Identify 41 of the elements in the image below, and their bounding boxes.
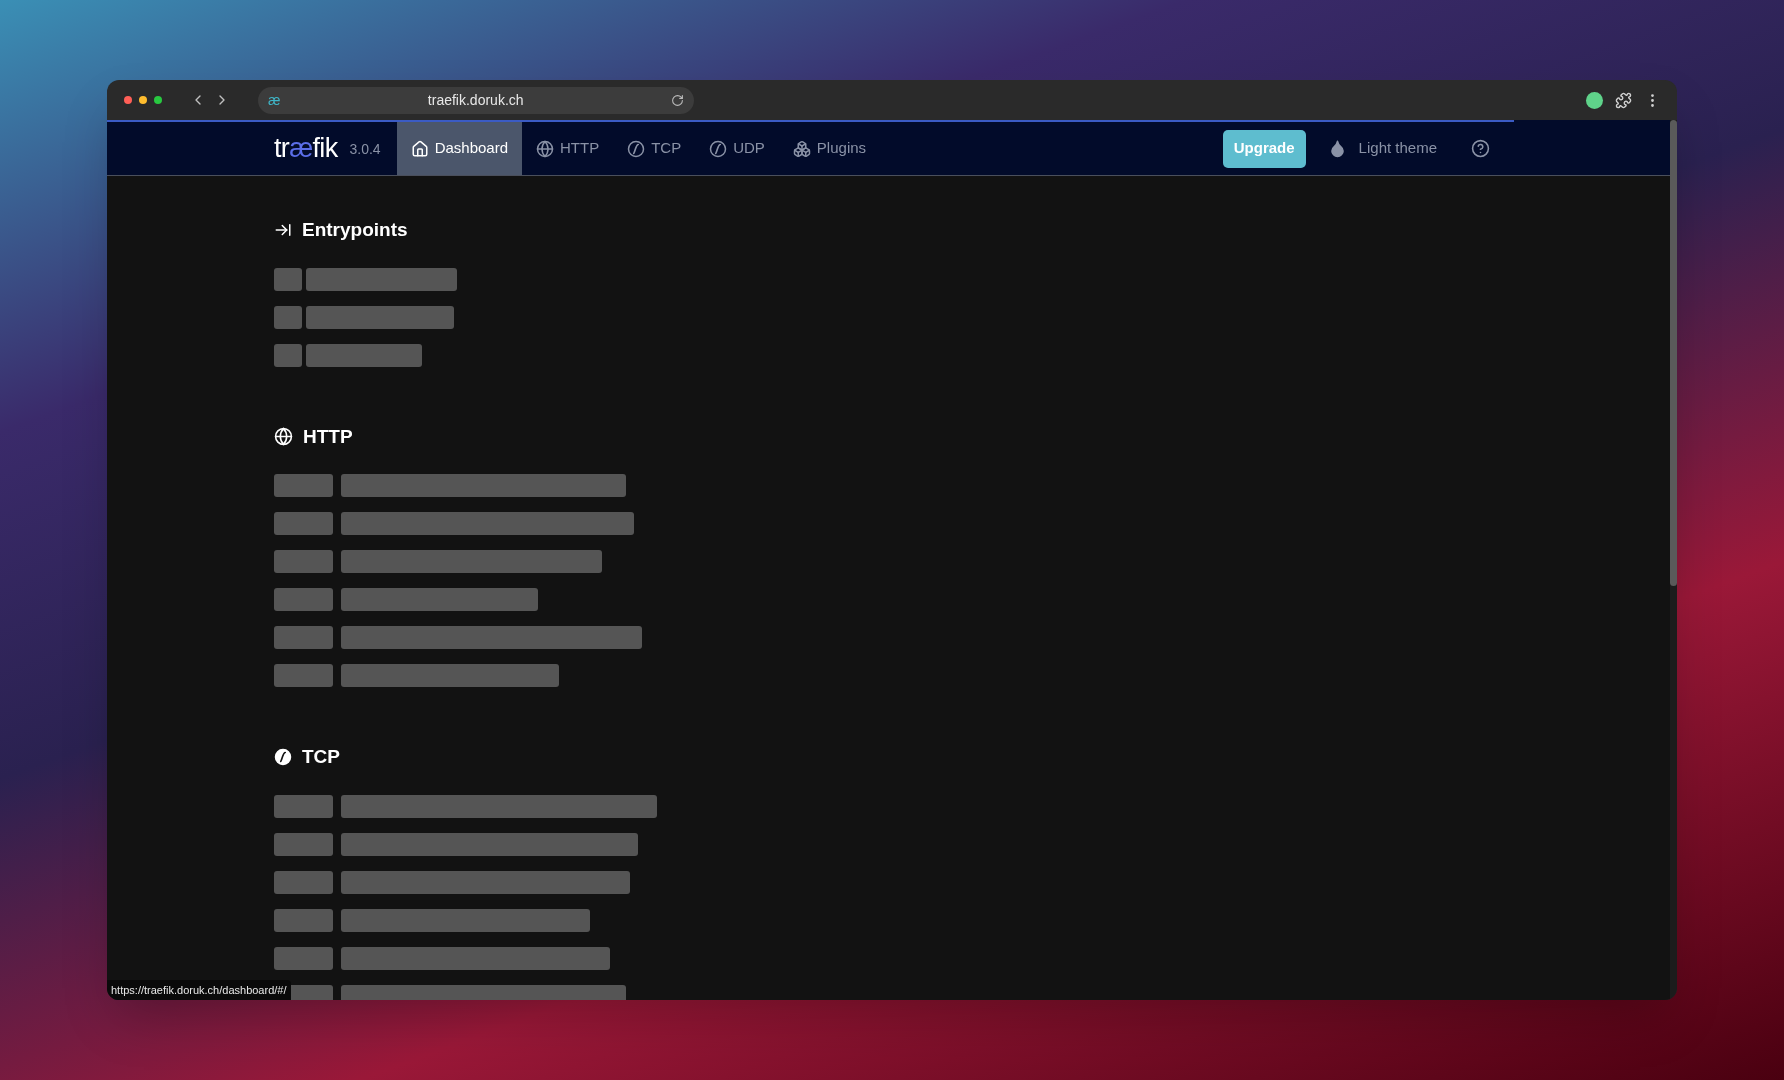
section-title: HTTP [303, 424, 353, 449]
skeleton-block [274, 588, 333, 611]
skeleton-block [274, 908, 333, 932]
skeleton-block [274, 305, 302, 329]
help-icon[interactable] [1471, 139, 1490, 158]
status-url: https://traefik.doruk.ch/dashboard/#/ [107, 979, 291, 1000]
cubes-icon [792, 139, 811, 158]
theme-toggle[interactable]: Light theme [1327, 137, 1437, 160]
globe-icon [274, 427, 293, 447]
address-bar[interactable]: æ traefik.doruk.ch [258, 86, 694, 114]
version-label: 3.0.4 [349, 140, 381, 159]
skeleton-block [274, 832, 333, 856]
favicon: æ [268, 90, 281, 110]
section-title: TCP [302, 745, 340, 769]
puzzle-icon[interactable] [1615, 91, 1632, 109]
skeleton-block [274, 550, 333, 573]
reload-icon[interactable] [671, 93, 684, 107]
skeleton-block [274, 794, 333, 818]
skeleton-block [274, 267, 302, 291]
nav-tab[interactable]: UDP [695, 122, 779, 175]
home-icon [410, 139, 429, 158]
skeleton-block [274, 946, 333, 970]
globe-icon [536, 139, 554, 158]
profile-avatar[interactable] [1586, 91, 1603, 109]
skeleton-block [274, 664, 333, 687]
nav-tab[interactable]: Plugins [778, 122, 881, 175]
nav-tab[interactable]: HTTP [522, 122, 614, 175]
scrollbar-thumb[interactable] [1670, 120, 1677, 586]
url-text: traefik.doruk.ch [426, 90, 525, 110]
wave-circle-icon [627, 139, 646, 158]
skeleton-block [274, 343, 302, 367]
skeleton-block [274, 512, 333, 535]
nav-tab[interactable]: Dashboard [396, 122, 522, 175]
skeleton-block [274, 474, 333, 497]
wave-circle-icon [274, 748, 292, 767]
wave-circle-icon [709, 139, 728, 158]
skeleton-block [274, 870, 333, 894]
nav-tab[interactable]: TCP [613, 122, 696, 175]
section-title: Entrypoints [302, 218, 408, 242]
skeleton-block [274, 626, 333, 649]
logo[interactable]: træfik [274, 128, 338, 169]
